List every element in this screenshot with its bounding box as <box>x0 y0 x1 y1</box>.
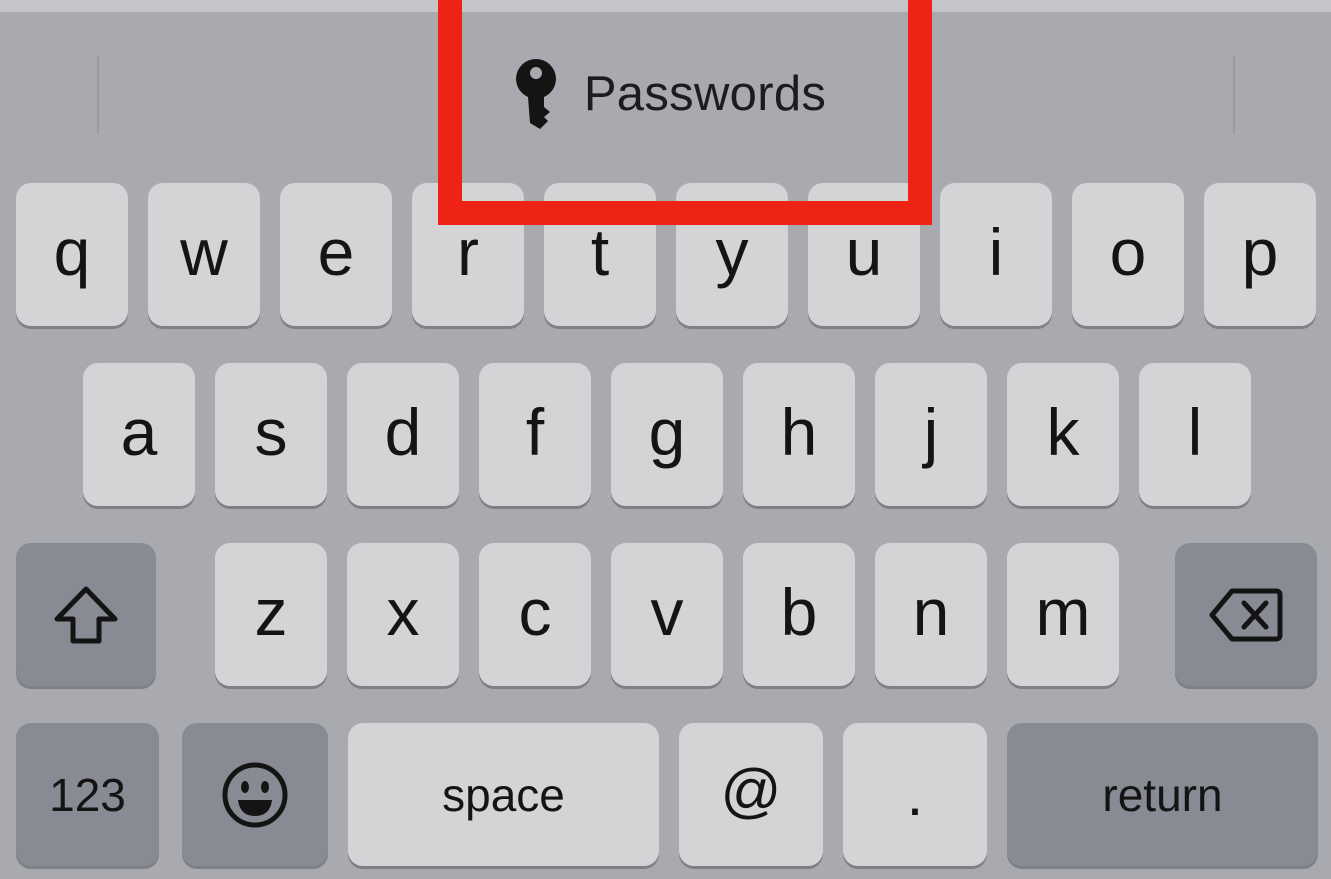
key-p[interactable]: p <box>1204 183 1316 326</box>
shift-arrow-icon <box>52 584 120 646</box>
key-a[interactable]: a <box>83 363 195 506</box>
key-d[interactable]: d <box>347 363 459 506</box>
delete-backspace-icon <box>1208 587 1284 643</box>
top-edge-strip <box>0 0 1331 12</box>
passwords-suggestion-button[interactable]: Passwords <box>460 42 880 146</box>
key-n[interactable]: n <box>875 543 987 686</box>
key-v[interactable]: v <box>611 543 723 686</box>
key-y[interactable]: y <box>676 183 788 326</box>
quicktype-suggestion-bar: Passwords <box>0 12 1331 172</box>
key-f[interactable]: f <box>479 363 591 506</box>
key-q[interactable]: q <box>16 183 128 326</box>
key-s[interactable]: s <box>215 363 327 506</box>
smiley-face-icon <box>220 760 290 830</box>
delete-key[interactable] <box>1175 543 1317 686</box>
key-h[interactable]: h <box>743 363 855 506</box>
key-b[interactable]: b <box>743 543 855 686</box>
numbers-key[interactable]: 123 <box>16 723 159 866</box>
passwords-label: Passwords <box>583 67 827 121</box>
key-i[interactable]: i <box>940 183 1052 326</box>
suggestion-divider-right <box>1233 56 1235 134</box>
key-e[interactable]: e <box>280 183 392 326</box>
at-key[interactable]: @ <box>679 723 823 866</box>
key-icon <box>514 57 558 131</box>
return-key[interactable]: return <box>1007 723 1318 866</box>
key-m[interactable]: m <box>1007 543 1119 686</box>
key-u[interactable]: u <box>808 183 920 326</box>
space-key[interactable]: space <box>348 723 659 866</box>
key-j[interactable]: j <box>875 363 987 506</box>
key-o[interactable]: o <box>1072 183 1184 326</box>
key-z[interactable]: z <box>215 543 327 686</box>
key-g[interactable]: g <box>611 363 723 506</box>
key-t[interactable]: t <box>544 183 656 326</box>
key-r[interactable]: r <box>412 183 524 326</box>
key-k[interactable]: k <box>1007 363 1119 506</box>
key-w[interactable]: w <box>148 183 260 326</box>
shift-key[interactable] <box>16 543 156 686</box>
key-x[interactable]: x <box>347 543 459 686</box>
period-key[interactable]: . <box>843 723 987 866</box>
suggestion-divider-left <box>97 56 99 134</box>
key-c[interactable]: c <box>479 543 591 686</box>
emoji-key[interactable] <box>182 723 328 866</box>
key-l[interactable]: l <box>1139 363 1251 506</box>
